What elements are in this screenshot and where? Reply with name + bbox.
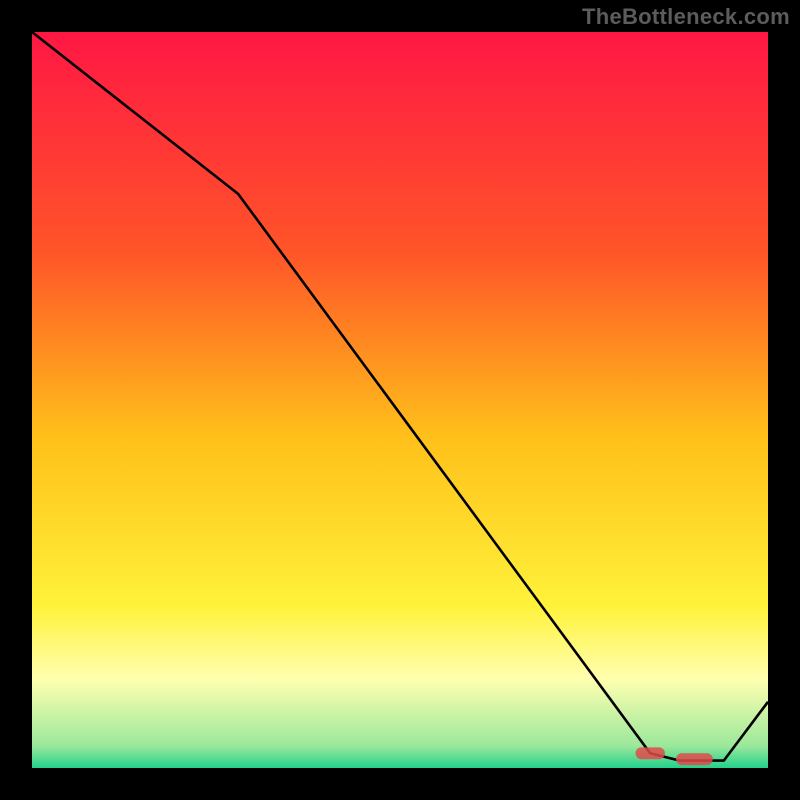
marker-optimal-band-1	[676, 753, 713, 765]
watermark-text: TheBottleneck.com	[582, 4, 790, 30]
chart-frame: TheBottleneck.com	[0, 0, 800, 800]
marker-optimal-band-0	[636, 747, 665, 759]
chart-svg	[32, 32, 768, 768]
plot-area	[32, 32, 768, 768]
gradient-background	[32, 32, 768, 768]
